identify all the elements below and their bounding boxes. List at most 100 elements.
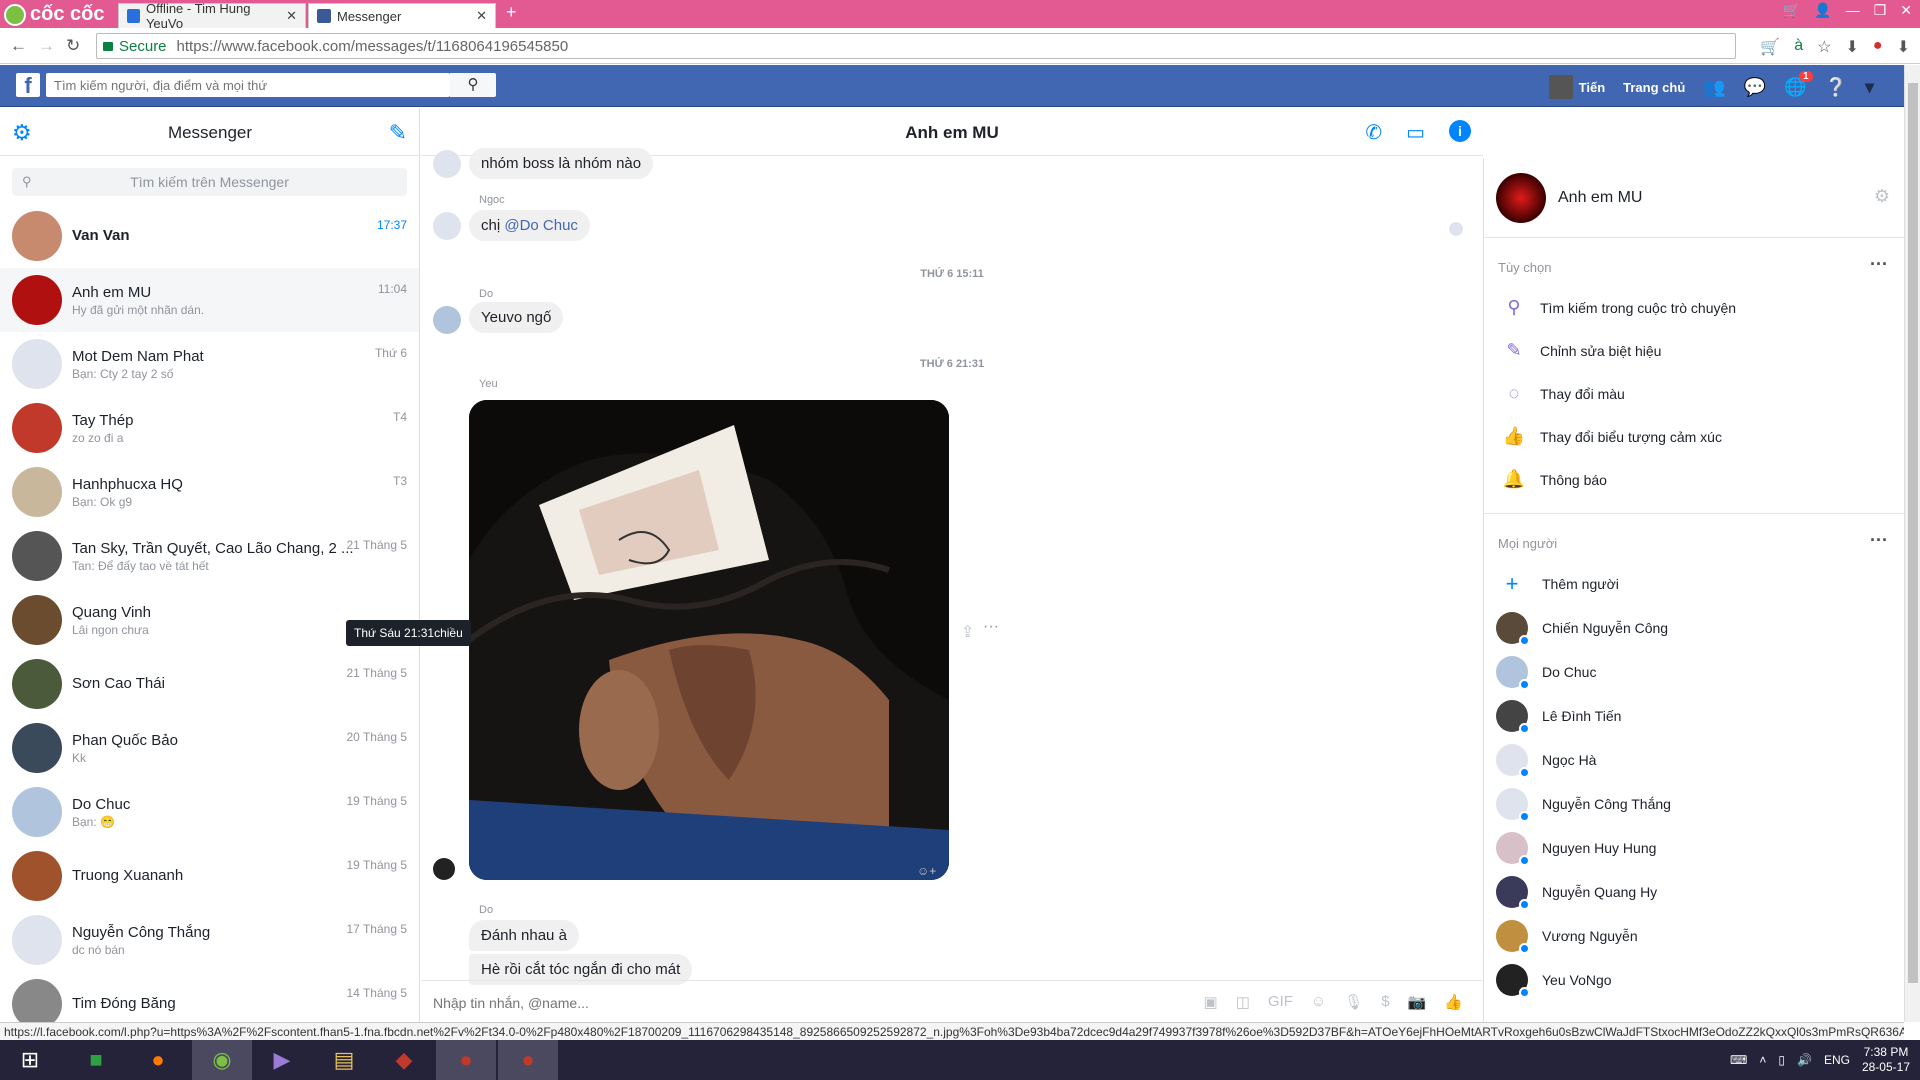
user-icon[interactable]: 👤 (1814, 2, 1831, 19)
volume-icon[interactable]: 🔊 (1797, 1053, 1812, 1067)
maximize-icon[interactable]: ❐ (1874, 2, 1887, 19)
minimize-icon[interactable]: — (1846, 2, 1860, 19)
url-field[interactable]: Secure https://www.facebook.com /message… (96, 33, 1736, 59)
camera-icon[interactable]: 📷 (1408, 993, 1427, 1011)
search-button[interactable]: ⚲ (450, 73, 496, 97)
add-person-button[interactable]: + Thêm người (1484, 562, 1904, 606)
info-icon[interactable]: i (1449, 120, 1471, 142)
mention-link[interactable]: @Do Chuc (504, 217, 578, 234)
option-item[interactable]: ⚲ Tìm kiếm trong cuộc trò chuyện (1484, 286, 1904, 329)
close-icon[interactable]: ✕ (476, 8, 487, 24)
tab-messenger[interactable]: Messenger ✕ (308, 3, 496, 28)
video-camera-icon[interactable]: ▭ (1406, 120, 1425, 145)
conversation-item[interactable]: Tan Sky, Trần Quyết, Cao Lão Chang, 2 ..… (0, 524, 419, 588)
language-indicator[interactable]: ENG (1824, 1053, 1850, 1067)
person-item[interactable]: Nguyễn Quang Hy (1484, 870, 1904, 914)
network-icon[interactable]: ▯ (1778, 1053, 1785, 1067)
adblock-icon[interactable]: ● (1873, 37, 1883, 57)
microphone-icon[interactable]: 🎙 (1344, 993, 1363, 1011)
more-icon[interactable]: ··· (983, 618, 999, 636)
conversation-item[interactable]: Van Van 17:37 (0, 204, 419, 268)
message-bubble[interactable]: Yeuvo ngố (469, 302, 564, 333)
compose-icon[interactable]: ✎ (389, 120, 407, 146)
thumbs-up-icon[interactable]: 👍 (1444, 993, 1463, 1011)
message-bubble[interactable]: chị @Do Chuc (469, 210, 590, 241)
scrollbar-thumb[interactable] (1908, 83, 1918, 983)
keyboard-icon[interactable]: ⌨ (1730, 1053, 1747, 1067)
conversation-item[interactable]: Mot Dem Nam Phat Bạn: Cty 2 tay 2 số Thứ 6 (0, 332, 419, 396)
sticker-icon[interactable]: ◫ (1236, 993, 1250, 1011)
conversation-item[interactable]: Tay Thép zo zo đi a T4 (0, 396, 419, 460)
conversation-item[interactable]: Tim Đóng Băng 14 Tháng 5 (0, 972, 419, 1022)
translate-icon[interactable]: à (1794, 37, 1803, 57)
emoji-icon[interactable]: ☺ (1311, 993, 1326, 1011)
conversation-item[interactable]: Hanhphucxa HQ Bạn: Ok g9 T3 (0, 460, 419, 524)
coccoc-icon[interactable]: ◉ (192, 1040, 252, 1080)
menu-icon[interactable]: ⬇ (1897, 37, 1910, 57)
gear-icon[interactable]: ⚙ (1874, 186, 1890, 207)
facebook-logo-icon[interactable]: f (16, 73, 40, 98)
more-icon[interactable]: ··· (1870, 254, 1888, 275)
option-item[interactable]: ✎ Chỉnh sửa biệt hiệu (1484, 329, 1904, 372)
windows-start-icon[interactable]: ⊞ (0, 1040, 60, 1080)
close-window-icon[interactable]: ✕ (1900, 2, 1912, 19)
conversation-item[interactable]: Truong Xuananh 19 Tháng 5 (0, 844, 419, 908)
home-link[interactable]: Trang chủ (1623, 80, 1685, 95)
message-input[interactable] (433, 995, 1033, 1011)
notifications-icon[interactable]: 🌐 1 (1784, 70, 1813, 98)
person-item[interactable]: Lê Đình Tiến (1484, 694, 1904, 738)
message-bubble[interactable]: nhóm boss là nhóm nào (469, 148, 654, 179)
firefox-icon[interactable]: ● (128, 1040, 188, 1080)
chevron-up-icon[interactable]: ˄ (1759, 1053, 1766, 1067)
person-item[interactable]: Nguyễn Công Thắng (1484, 782, 1904, 826)
person-item[interactable]: Vương Nguyễn (1484, 914, 1904, 958)
photo-icon[interactable]: ▣ (1204, 993, 1218, 1011)
back-icon[interactable]: ← (10, 36, 27, 56)
star-icon[interactable]: ☆ (1817, 37, 1831, 57)
message-bubble[interactable]: Đánh nhau à (469, 920, 579, 951)
visual-studio-icon[interactable]: ▶ (252, 1040, 312, 1080)
phone-icon[interactable]: ✆ (1365, 120, 1382, 145)
option-item[interactable]: 🔔 Thông báo (1484, 458, 1904, 501)
conversation-item[interactable]: Do Chuc Bạn: 😁 19 Tháng 5 (0, 780, 419, 844)
download-icon[interactable]: ⬇ (1846, 37, 1859, 57)
chevron-down-icon[interactable]: ▾ (1865, 77, 1874, 98)
cart-icon[interactable]: 🛒 (1783, 2, 1800, 19)
conversation-item[interactable]: Anh em MU Hy đã gửi một nhãn dán. 11:04 (0, 268, 419, 332)
profile-link[interactable]: Tiến (1548, 75, 1605, 99)
help-icon[interactable]: ❔ (1825, 77, 1847, 98)
new-tab-button[interactable]: + (506, 2, 517, 23)
browser-logo[interactable]: cốc cốc (4, 3, 104, 26)
messenger-icon[interactable]: 💬 (1744, 77, 1766, 98)
person-item[interactable]: Ngọc Hà (1484, 738, 1904, 782)
shared-photo[interactable] (469, 400, 949, 880)
facebook-search-input[interactable] (46, 73, 450, 97)
game-icon[interactable]: ◆ (374, 1040, 434, 1080)
conversation-item[interactable]: Sơn Cao Thái 21 Tháng 5 (0, 652, 419, 716)
person-item[interactable]: Nguyen Huy Hung (1484, 826, 1904, 870)
share-icon[interactable]: ⇪ (961, 622, 974, 642)
reload-icon[interactable]: ↻ (66, 36, 80, 56)
option-item[interactable]: 👍 Thay đổi biểu tượng cảm xúc (1484, 415, 1904, 458)
conversation-item[interactable]: Nguyễn Công Thắng dc nó bán 17 Tháng 5 (0, 908, 419, 972)
tab-offline[interactable]: Offline - Tim Hung YeuVo ✕ (118, 1, 306, 31)
more-icon[interactable]: ··· (1870, 530, 1888, 551)
person-item[interactable]: Do Chuc (1484, 650, 1904, 694)
close-icon[interactable]: ✕ (286, 8, 297, 24)
friend-requests-icon[interactable]: 👥 (1703, 77, 1725, 98)
payment-icon[interactable]: $ (1381, 993, 1389, 1011)
mu-game-icon[interactable]: ● (436, 1040, 496, 1080)
option-item[interactable]: ◌ Thay đổi màu (1484, 372, 1904, 415)
store-icon[interactable]: ■ (66, 1040, 126, 1080)
person-item[interactable]: Chiến Nguyễn Công (1484, 606, 1904, 650)
conversation-item[interactable]: Phan Quốc Bảo Kk 20 Tháng 5 (0, 716, 419, 780)
shopping-cart-icon[interactable]: 🛒 (1760, 37, 1780, 57)
person-item[interactable]: Yeu VoNgo (1484, 958, 1904, 1002)
mu-game-icon[interactable]: ● (498, 1040, 558, 1080)
gif-icon[interactable]: GIF (1268, 993, 1293, 1011)
file-explorer-icon[interactable]: ▤ (314, 1040, 374, 1080)
page-scrollbar[interactable] (1904, 65, 1920, 1022)
forward-icon[interactable]: → (38, 36, 55, 56)
add-reaction-icon[interactable]: ☺+ (917, 864, 936, 878)
clock[interactable]: 7:38 PM 28-05-17 (1862, 1045, 1910, 1075)
